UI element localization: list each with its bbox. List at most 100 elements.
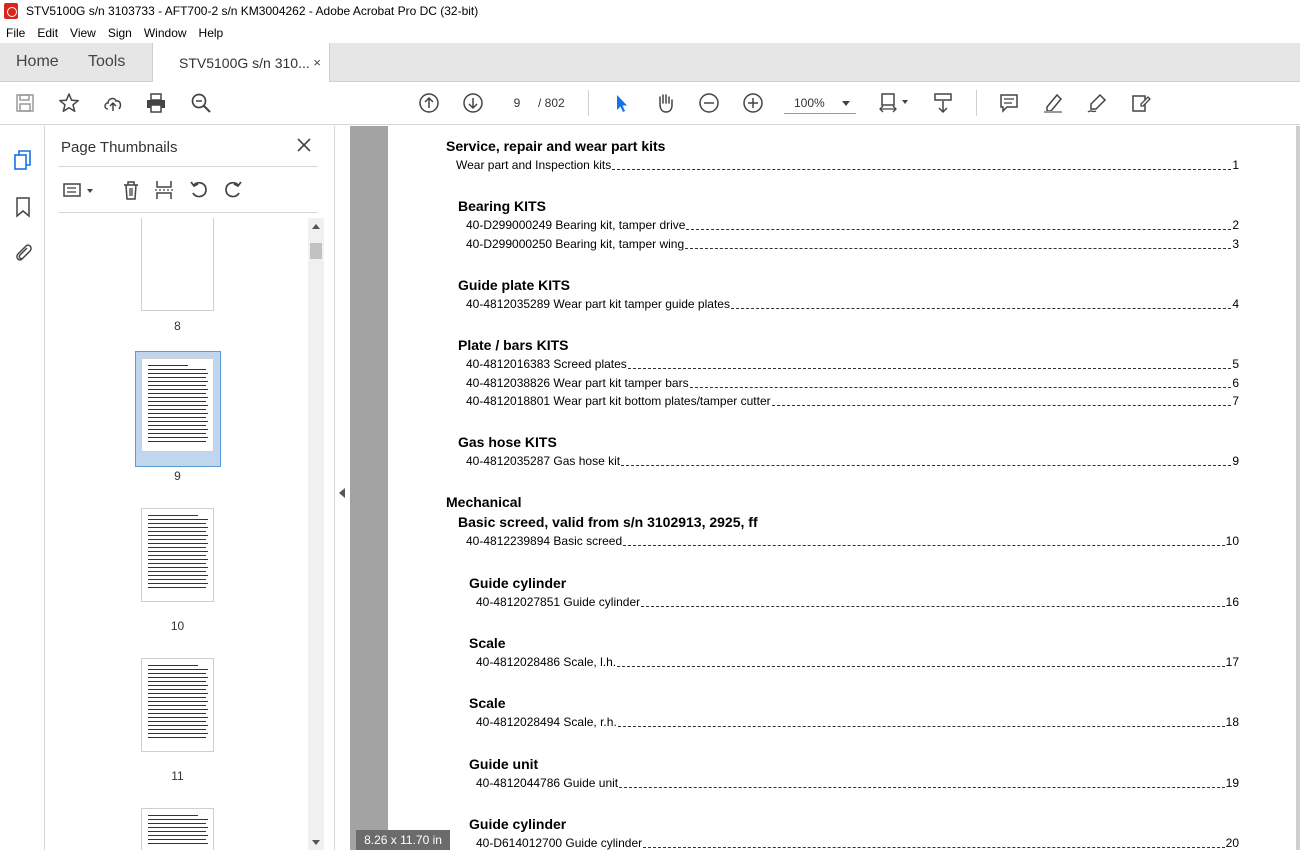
toc-heading: Service, repair and wear part kits — [446, 138, 666, 154]
chevron-down-icon[interactable] — [87, 189, 93, 193]
toc-entry-page: 2 — [1232, 218, 1239, 233]
toc-heading: Basic screed, valid from s/n 3102913, 29… — [458, 514, 758, 531]
arrow-down-circle-icon — [463, 93, 483, 113]
menu-window[interactable]: Window — [138, 26, 193, 40]
sign-button[interactable] — [1084, 90, 1110, 116]
thumbnail-scrollbar[interactable] — [308, 218, 324, 850]
page-thumbnail-12[interactable] — [141, 808, 214, 850]
tab-close-icon[interactable]: × — [313, 55, 321, 70]
list-options-icon — [63, 183, 81, 197]
toc-heading: Guide cylinder — [469, 815, 567, 832]
printer-icon — [147, 93, 165, 113]
document-view[interactable]: Service, repair and wear part kits Wear p… — [350, 126, 1300, 850]
toc-entry[interactable]: 40-4812018801 Wear part kit bottom plate… — [466, 394, 1239, 408]
acrobat-logo-icon — [4, 3, 18, 19]
toc-entry[interactable]: 40-4812016383 Screed plates 5 — [466, 357, 1239, 371]
panel-collapse-strip[interactable] — [334, 126, 350, 850]
toc-entry-title: 40-4812018801 Wear part kit bottom plate… — [466, 393, 771, 408]
toc-entry-title: 40-4812016383 Screed plates — [466, 357, 627, 372]
next-page-button[interactable] — [460, 90, 486, 116]
signature-pen-icon — [1087, 93, 1107, 113]
thumbnail-label: 10 — [170, 619, 185, 633]
pages-icon — [14, 150, 31, 170]
bookmarks-toggle[interactable] — [10, 194, 36, 220]
scroll-down-icon[interactable] — [312, 840, 320, 845]
menu-help[interactable]: Help — [193, 26, 230, 40]
toc-entry[interactable]: 40-4812027851 Guide cylinder 16 — [476, 595, 1239, 609]
upload-cloud-button[interactable] — [100, 90, 126, 116]
page-thumbnail-9[interactable] — [141, 358, 214, 452]
save-button[interactable] — [12, 90, 38, 116]
page-number-input[interactable] — [501, 91, 533, 115]
extract-pages-button[interactable] — [151, 177, 177, 203]
tab-home[interactable]: Home — [16, 43, 59, 81]
menu-edit[interactable]: Edit — [31, 26, 64, 40]
tab-document[interactable]: STV5100G s/n 310... × — [152, 43, 330, 82]
title-bar: STV5100G s/n 3103733 - AFT700-2 s/n KM30… — [0, 0, 1300, 22]
zoom-in-button[interactable] — [740, 90, 766, 116]
document-page: Service, repair and wear part kits Wear p… — [388, 126, 1298, 850]
menu-bar: File Edit View Sign Window Help — [0, 22, 1300, 43]
page-fit-caret-icon[interactable] — [902, 100, 908, 104]
search-icon — [191, 93, 211, 113]
toc-heading: Bearing KITS — [458, 198, 546, 215]
toc-entry-title: 40-4812028486 Scale, l.h. — [476, 655, 617, 669]
tab-tools[interactable]: Tools — [88, 43, 125, 81]
toc-entry[interactable]: Wear part and Inspection kits 1 — [456, 158, 1239, 172]
menu-view[interactable]: View — [64, 26, 102, 40]
page-thumbnail-11[interactable] — [141, 658, 214, 752]
fill-sign-button[interactable] — [1128, 90, 1154, 116]
toc-entry[interactable]: 40-4812239894 Basic screed 10 — [466, 534, 1239, 548]
zoom-out-button[interactable] — [696, 90, 722, 116]
print-button[interactable] — [143, 90, 169, 116]
hand-tool-button[interactable] — [652, 90, 678, 116]
scroll-up-icon[interactable] — [312, 224, 320, 229]
navigation-rail — [0, 126, 45, 850]
toc-entry[interactable]: 40-4812038826 Wear part kit tamper bars 6 — [466, 376, 1239, 390]
bookmark-icon — [16, 197, 30, 218]
page-thumbnail-8[interactable] — [141, 218, 214, 311]
cloud-upload-icon — [104, 97, 122, 111]
toc-entry-title: 40-4812028494 Scale, r.h. — [476, 715, 617, 730]
page-fit-button[interactable] — [876, 90, 902, 116]
toc-leader-dots — [685, 247, 1232, 249]
page-thumbnail-10[interactable] — [141, 508, 214, 602]
toc-entry-page: 3 — [1232, 236, 1239, 251]
close-icon[interactable] — [295, 136, 313, 154]
scrollbar-thumb[interactable] — [310, 243, 322, 259]
toc-entry[interactable]: 40-4812044786 Guide unit 19 — [476, 776, 1239, 790]
chevron-left-icon[interactable] — [339, 488, 345, 498]
toc-entry[interactable]: 40-D299000250 Bearing kit, tamper wing 3 — [466, 237, 1239, 251]
find-button[interactable] — [188, 90, 214, 116]
zoom-select[interactable]: 100% — [784, 92, 856, 114]
toc-entry[interactable]: 40-4812035287 Gas hose kit 9 — [466, 454, 1239, 468]
bookmark-star-button[interactable] — [56, 90, 82, 116]
toc-entry[interactable]: 40-4812028494 Scale, r.h. 18 — [476, 715, 1239, 729]
toc-entry-page: 9 — [1232, 454, 1239, 469]
toc-entry[interactable]: 40-D299000249 Bearing kit, tamper drive 2 — [466, 218, 1239, 232]
select-tool-button[interactable] — [608, 90, 634, 116]
toc-entry-page: 6 — [1232, 375, 1239, 390]
thumbnail-label: 9 — [174, 469, 181, 483]
document-scrollbar[interactable] — [1296, 126, 1300, 850]
menu-sign[interactable]: Sign — [102, 26, 138, 40]
rotate-counterclockwise-button[interactable] — [186, 177, 212, 203]
toc-heading: Guide unit — [469, 755, 539, 772]
menu-file[interactable]: File — [0, 26, 31, 40]
toc-entry[interactable]: 40-4812028486 Scale, l.h. 17 — [476, 655, 1239, 669]
scroll-mode-button[interactable] — [930, 90, 956, 116]
previous-page-button[interactable] — [416, 90, 442, 116]
comment-icon — [1000, 94, 1018, 113]
highlight-button[interactable] — [1040, 90, 1066, 116]
toc-entry[interactable]: 40-D614012700 Guide cylinder 20 — [476, 836, 1239, 850]
rotate-clockwise-button[interactable] — [220, 177, 246, 203]
toc-entry[interactable]: 40-4812035289 Wear part kit tamper guide… — [466, 297, 1239, 311]
thumbnail-options-button[interactable] — [60, 177, 86, 203]
toc-leader-dots — [771, 404, 1232, 406]
delete-pages-button[interactable] — [118, 177, 144, 203]
toc-heading: Plate / bars KITS — [458, 337, 569, 354]
comment-button[interactable] — [996, 90, 1022, 116]
toc-heading: Gas hose KITS — [458, 434, 557, 451]
page-thumbnails-toggle[interactable] — [10, 147, 36, 173]
attachments-toggle[interactable] — [10, 239, 36, 265]
